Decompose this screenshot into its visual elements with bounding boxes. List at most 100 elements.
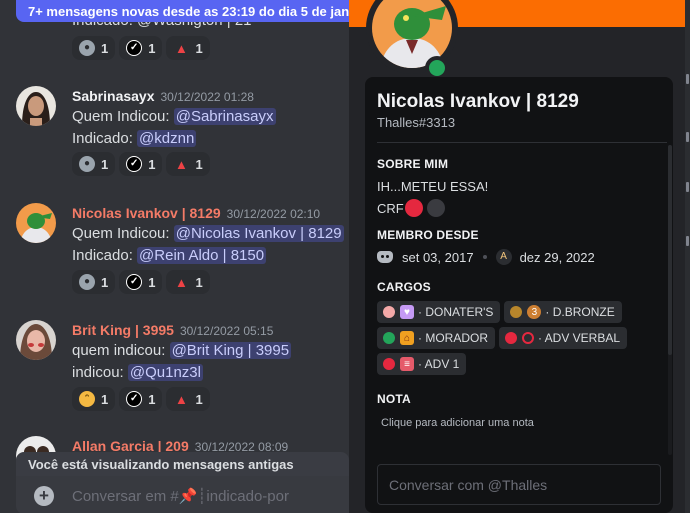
reaction-count: 1 <box>101 391 109 407</box>
role-pill[interactable]: 3 · D.BRONZE <box>504 301 622 323</box>
reaction-count: 1 <box>195 40 203 56</box>
role-pill[interactable]: ⌂ · MORADOR <box>377 327 495 349</box>
message-line: Quem Indicou: @Sabrinasayx <box>72 108 276 125</box>
message-line: quem indicou: @Brit King | 3995 <box>72 342 292 359</box>
composer-placeholder: Conversar em #📌┊indicado-por <box>72 488 289 505</box>
user-mention[interactable]: @Qu1nz3l <box>127 364 203 381</box>
message-line: Quem Indicou: @Nicolas Ivankov | 8129 <box>72 225 344 242</box>
user-mention[interactable]: @Sabrinasayx <box>173 108 276 125</box>
add-attachment-icon[interactable]: + <box>34 486 54 506</box>
reaction-check[interactable]: ✓ 1 <box>119 152 163 176</box>
reaction-count: 1 <box>101 274 109 290</box>
server-icon: A <box>495 249 512 265</box>
user-mention[interactable]: @kdznn <box>137 130 197 147</box>
santa-hat-icon: ▲ <box>175 274 188 290</box>
reaction-count: 1 <box>195 274 203 290</box>
reaction-santa-hat[interactable]: ▲ 1 <box>166 36 210 60</box>
reaction-santa-hat[interactable]: ▲ 1 <box>166 152 210 176</box>
message-line: indicou: @Qu1nz3l <box>72 364 203 381</box>
purple-heart-icon: ♥ <box>400 305 414 319</box>
about-me-title: SOBRE MIM <box>377 157 449 171</box>
separator-dot <box>482 255 487 259</box>
user-mention[interactable]: @Brit King | 3995 <box>169 342 292 359</box>
profile-display-name: Nicolas Ivankov | 8129 <box>377 91 579 112</box>
reaction-santa-hat[interactable]: ▲ 1 <box>166 387 210 411</box>
member-since-title: MEMBRO DESDE <box>377 228 479 242</box>
mouth-icon: ≡ <box>400 357 414 371</box>
bronze-medal-icon: 3 <box>527 305 542 319</box>
about-me-line: CRF <box>377 199 445 217</box>
reaction-koala[interactable]: ● 1 <box>72 152 116 176</box>
discord-member-since: set 03, 2017 <box>402 249 474 265</box>
cat-icon: ᵔ <box>79 391 95 407</box>
profile-card: Nicolas Ivankov | 8129 Thalles#3313 SOBR… <box>365 77 673 513</box>
reaction-cat[interactable]: ᵔ1 <box>72 387 116 411</box>
check-icon: ✓ <box>126 40 143 56</box>
viewing-old-messages-bar[interactable]: Você está visualizando mensagens antigas <box>16 452 349 476</box>
username[interactable]: Sabrinasayx 30/12/2022 01:28 <box>72 88 254 104</box>
timestamp: 30/12/2022 05:15 <box>179 324 274 338</box>
reaction-koala[interactable]: ● 1 <box>72 36 116 60</box>
reaction-count: 1 <box>148 274 156 290</box>
house-icon: ⌂ <box>400 331 414 345</box>
role-color-dot <box>383 332 395 344</box>
role-pill[interactable]: ♥ · DONATER'S <box>377 301 501 323</box>
scroll-indicator <box>686 74 689 84</box>
reaction-count: 1 <box>195 391 203 407</box>
message-line: Indicado: @kdznn <box>72 130 197 147</box>
divider <box>377 142 667 143</box>
santa-hat-icon: ▲ <box>175 391 188 407</box>
black-circle-emoji-icon <box>426 199 445 217</box>
message-composer[interactable]: + Conversar em #📌┊indicado-por <box>16 476 349 513</box>
reaction-count: 1 <box>101 40 109 56</box>
reaction-koala[interactable]: ● 1 <box>72 270 116 294</box>
user-profile-popout: Nicolas Ivankov | 8129 Thalles#3313 SOBR… <box>349 0 690 513</box>
scroll-indicator <box>686 132 689 142</box>
scroll-indicator <box>686 236 689 246</box>
discord-logo-icon <box>377 251 393 263</box>
reaction-count: 1 <box>148 391 156 407</box>
note-input[interactable]: Clique para adicionar uma nota <box>381 417 534 429</box>
reaction-check[interactable]: ✓ 1 <box>119 270 163 294</box>
avatar[interactable] <box>16 203 56 243</box>
avatar[interactable] <box>16 86 56 126</box>
role-color-dot <box>505 332 517 344</box>
reaction-bar: ● 1 ✓ 1 ▲ 1 <box>72 36 210 60</box>
timestamp: 30/12/2022 02:10 <box>226 207 321 221</box>
scrollbar-thumb[interactable] <box>668 145 672 355</box>
username[interactable]: Brit King | 3995 30/12/2022 05:15 <box>72 322 273 338</box>
koala-icon: ● <box>79 274 95 290</box>
santa-hat-icon: ▲ <box>175 156 188 172</box>
profile-tag[interactable]: Thalles#3313 <box>377 115 455 130</box>
user-mention[interactable]: @Nicolas Ivankov | 8129 <box>173 225 344 242</box>
reaction-count: 1 <box>195 156 203 172</box>
koala-icon: ● <box>79 156 95 172</box>
santa-hat-icon: ▲ <box>175 40 188 56</box>
timestamp: 30/12/2022 01:28 <box>160 90 254 104</box>
direct-message-input[interactable]: Conversar com @Thalles <box>377 464 661 505</box>
scroll-indicator <box>686 182 689 192</box>
username[interactable]: Nicolas Ivankov | 8129 30/12/2022 02:10 <box>72 205 320 221</box>
note-title: NOTA <box>377 392 411 406</box>
server-member-since: dez 29, 2022 <box>519 249 595 265</box>
reaction-check[interactable]: ✓ 1 <box>119 36 163 60</box>
member-since-row: set 03, 2017 A dez 29, 2022 <box>377 249 595 265</box>
avatar[interactable] <box>16 320 56 360</box>
reaction-bar: ● 1 ✓ 1 ▲ 1 <box>72 152 210 176</box>
reaction-santa-hat[interactable]: ▲ 1 <box>166 270 210 294</box>
reaction-count: 1 <box>148 156 156 172</box>
role-pill[interactable]: ≡ · ADV 1 <box>377 353 467 375</box>
reaction-check[interactable]: ✓ 1 <box>119 387 163 411</box>
new-messages-banner[interactable]: 7+ mensagens novas desde as 23:19 do dia… <box>16 0 349 22</box>
koala-icon: ● <box>79 40 95 56</box>
roles-list: ♥ · DONATER'S 3 · D.BRONZE ⌂ · MORADOR · AD… <box>377 301 667 375</box>
roles-title: CARGOS <box>377 280 431 294</box>
red-circle-emoji-icon <box>404 199 423 217</box>
chat-pane: 7+ mensagens novas desde as 23:19 do dia… <box>0 0 349 513</box>
red-circle-icon <box>522 332 534 344</box>
role-color-dot <box>510 306 523 318</box>
role-color-dot <box>383 358 395 370</box>
role-pill[interactable]: · ADV VERBAL <box>499 327 628 349</box>
reaction-bar: ᵔ1 ✓ 1 ▲ 1 <box>72 387 210 411</box>
user-mention[interactable]: @Rein Aldo | 8150 <box>137 247 267 264</box>
